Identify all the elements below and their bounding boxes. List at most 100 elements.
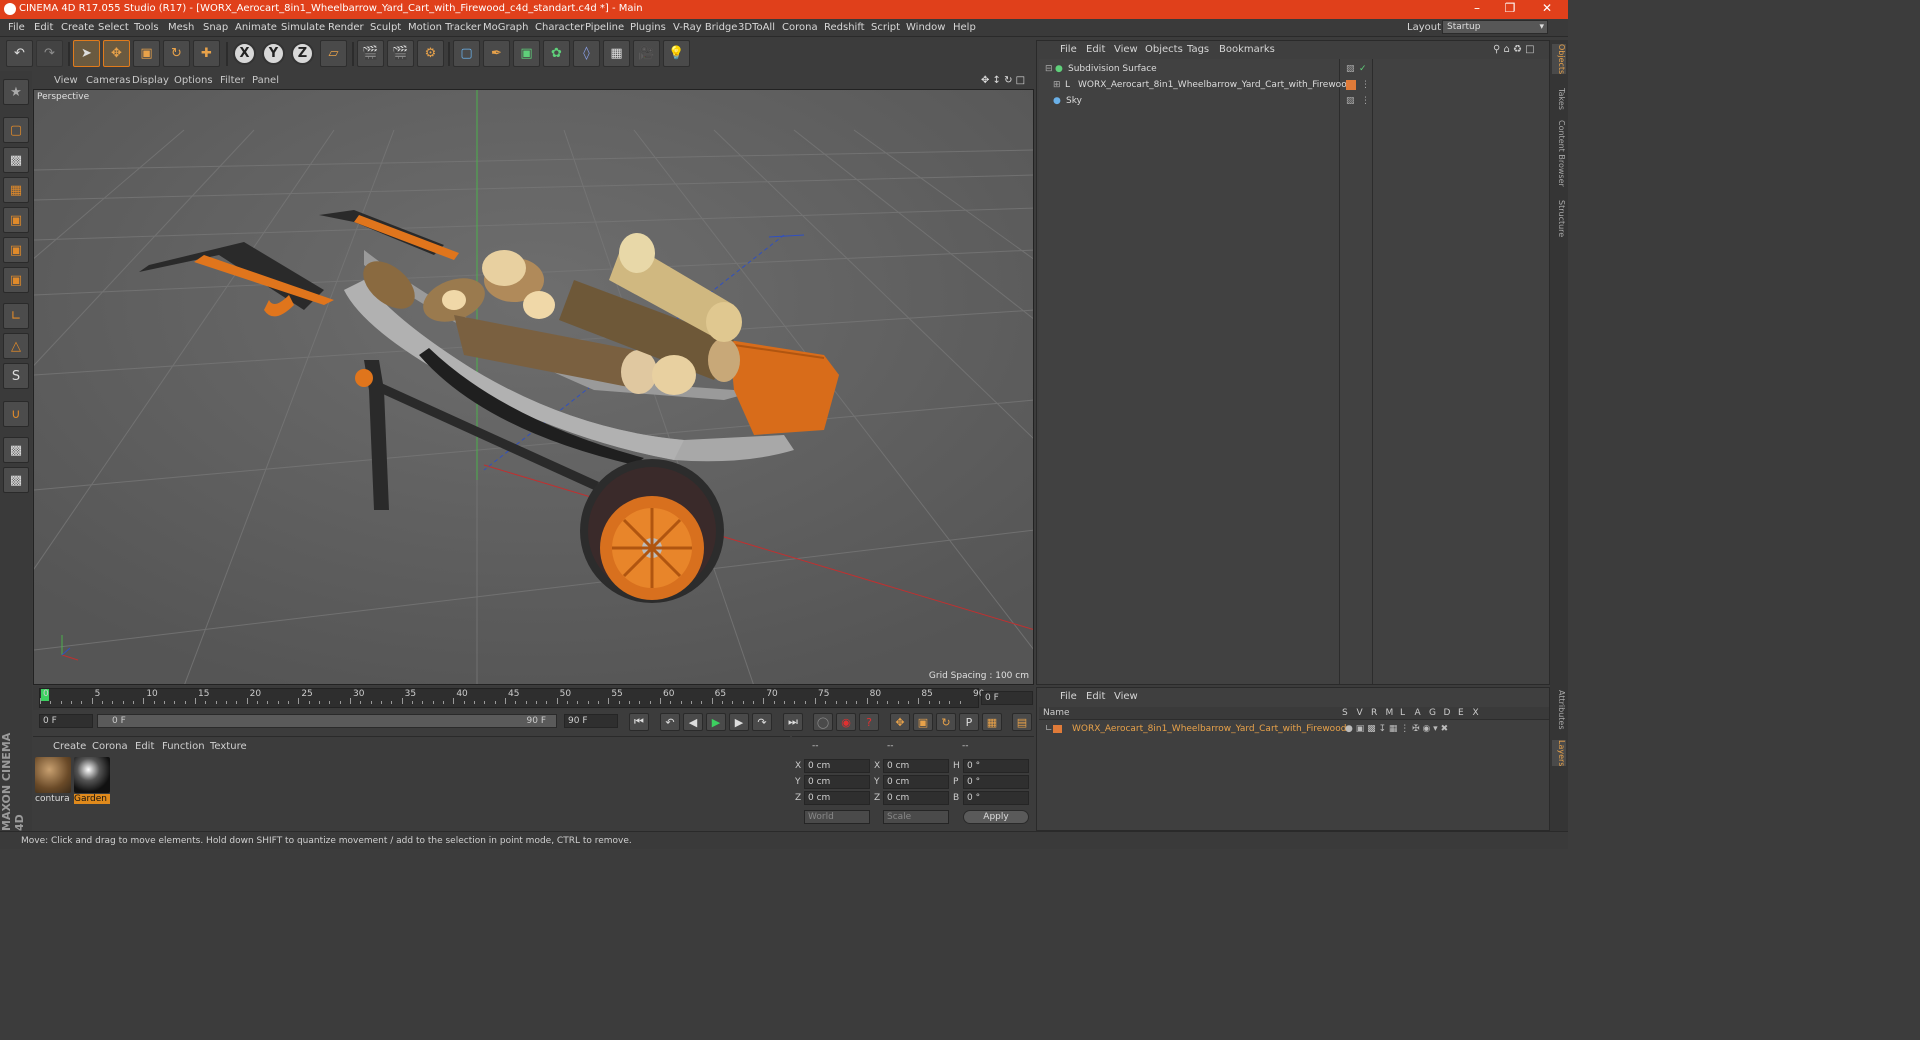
position-x-field[interactable]: 0 cm [804,759,870,773]
menu-file[interactable]: File [8,22,25,33]
points-mode-button[interactable]: ▣ [3,207,29,233]
render-view-button[interactable]: 🎬 [357,40,384,67]
goto-start-button[interactable]: ⏮ [629,713,649,731]
frame-range-slider[interactable]: 0 F 90 F [97,714,557,728]
expand-icon[interactable]: ⊞ [1053,77,1061,93]
menu-mograph[interactable]: MoGraph [483,22,528,33]
menu-plugins[interactable]: Plugins [630,22,666,33]
menu-character[interactable]: Character [535,22,584,33]
menu-mesh[interactable]: Mesh [168,22,194,33]
key-pla-button[interactable]: ▦ [982,713,1002,731]
layer-column-header[interactable]: L [1400,708,1405,718]
apply-button[interactable]: Apply [963,810,1029,824]
menu-edit[interactable]: Edit [34,22,53,33]
minimize-icon[interactable]: – [1462,1,1492,17]
light-button[interactable]: 💡 [663,40,690,67]
menu-script[interactable]: Script [871,22,900,33]
menu-tools[interactable]: Tools [134,22,159,33]
layer-toggle-icons[interactable]: ● ▣ ▩ ↧ ▦ ⋮ ✠ ◉ ▾ ✖ [1345,721,1448,737]
end-frame-field[interactable]: 90 F [564,714,618,728]
rotation-b-field[interactable]: 0 ° [963,791,1029,805]
close-icon[interactable]: ✕ [1532,1,1562,17]
enable-axis-button[interactable]: ∟ [3,303,29,329]
enabled-check-icon[interactable]: ✓ [1359,61,1367,77]
y-axis-lock-button[interactable]: Y [262,42,285,65]
viewport-nav-icons[interactable]: ✥ ↕ ↻ □ [981,75,1025,86]
texture-mode-button[interactable]: ▩ [3,147,29,173]
autokey-button[interactable]: ? [859,713,879,731]
material-swatch-contura[interactable] [35,757,71,793]
move-tool-button[interactable]: ✥ [103,40,130,67]
material-menu-create[interactable]: Create [53,741,86,752]
layer-column-header[interactable]: S [1342,708,1348,718]
layer-menu-file[interactable]: File [1060,691,1077,702]
material-menu-texture[interactable]: Texture [210,741,247,752]
menu-redshift[interactable]: Redshift [824,22,865,33]
size-y-field[interactable]: 0 cm [883,775,949,789]
side-tab-layers[interactable]: Layers [1552,740,1566,767]
object-row-sky[interactable]: ● Sky ▧ ⋮ [1041,93,1551,109]
z-axis-lock-button[interactable]: Z [291,42,314,65]
menu-simulate[interactable]: Simulate [281,22,325,33]
rotation-h-field[interactable]: 0 ° [963,759,1029,773]
menu-window[interactable]: Window [906,22,945,33]
viewport-menu-panel[interactable]: Panel [252,75,279,86]
object-menu-view[interactable]: View [1114,44,1138,55]
coord-scale-dropdown[interactable]: Scale [883,810,949,824]
rotation-p-field[interactable]: 0 ° [963,775,1029,789]
menu-help[interactable]: Help [953,22,976,33]
object-row-subdivision[interactable]: ⊟ ● Subdivision Surface ▧ ✓ [1041,61,1551,77]
object-row-worx[interactable]: ⊞ L WORX_Aerocart_8in1_Wheelbarrow_Yard_… [1041,77,1551,93]
workplane-mode-button[interactable]: ▦ [3,177,29,203]
menu-3dtoall[interactable]: 3DToAll [738,22,775,33]
viewport-menu-display[interactable]: Display [132,75,169,86]
side-tab-structure[interactable]: Structure [1552,200,1566,237]
layer-column-header[interactable]: D [1444,708,1451,718]
key-scale-button[interactable]: ▣ [913,713,933,731]
side-tab-takes[interactable]: Takes [1552,88,1566,110]
snap-button[interactable]: ∪ [3,401,29,427]
cube-object-button[interactable]: ▢ [453,40,480,67]
object-menu-bookmarks[interactable]: Bookmarks [1219,44,1275,55]
undo-button[interactable]: ↶ [6,40,33,67]
collapse-icon[interactable]: ⊟ [1045,61,1053,77]
rotate-tool-button[interactable]: ↻ [163,40,190,67]
render-settings-button[interactable]: ⚙ [417,40,444,67]
coord-mode-dropdown[interactable]: World [804,810,870,824]
layer-column-header[interactable]: R [1371,708,1377,718]
planar-workplane-button[interactable]: ▩ [3,467,29,493]
side-tab-attributes[interactable]: Attributes [1552,690,1566,730]
viewport-menu-options[interactable]: Options [174,75,213,86]
restore-icon[interactable]: ❐ [1495,1,1525,17]
material-menu-corona[interactable]: Corona [92,741,128,752]
menu-select[interactable]: Select [98,22,129,33]
camera-button[interactable]: 🎥 [633,40,660,67]
menu-pipeline[interactable]: Pipeline [585,22,624,33]
layer-column-header[interactable]: X [1473,708,1479,718]
tweak-mode-button[interactable]: △ [3,333,29,359]
goto-next-key-button[interactable]: ↷ [752,713,772,731]
layer-column-header[interactable]: E [1458,708,1464,718]
material-menu-edit[interactable]: Edit [135,741,154,752]
current-frame-field[interactable]: 0 F [981,691,1033,705]
prev-frame-button[interactable]: ◀ [683,713,703,731]
visibility-dots-icon[interactable]: ⋮ [1361,93,1370,109]
position-z-field[interactable]: 0 cm [804,791,870,805]
x-axis-lock-button[interactable]: X [233,42,256,65]
layer-row-worx[interactable]: ∟ WORX_Aerocart_8in1_Wheelbarrow_Yard_Ca… [1039,721,1549,737]
timeline-ruler[interactable]: 0 5 10 15 20 25 30 35 40 45 50 55 60 65 70 75 80 85 90 0 F [33,686,1034,710]
floor-button[interactable]: ▦ [603,40,630,67]
edges-mode-button[interactable]: ▣ [3,237,29,263]
material-menu-function[interactable]: Function [162,741,205,752]
timeline-window-button[interactable]: ▤ [1012,713,1032,731]
layer-column-header[interactable]: V [1357,708,1363,718]
next-frame-button[interactable]: ▶ [729,713,749,731]
visibility-dots-icon[interactable]: ⋮ [1361,77,1370,93]
goto-end-button[interactable]: ⏭ [783,713,803,731]
object-menu-objects[interactable]: Objects [1145,44,1183,55]
menu-snap[interactable]: Snap [203,22,228,33]
viewport-menu-filter[interactable]: Filter [220,75,245,86]
layout-dropdown[interactable]: Startup ▾ [1442,20,1548,34]
side-tab-content-browser[interactable]: Content Browser [1552,120,1566,187]
key-rotation-button[interactable]: ↻ [936,713,956,731]
